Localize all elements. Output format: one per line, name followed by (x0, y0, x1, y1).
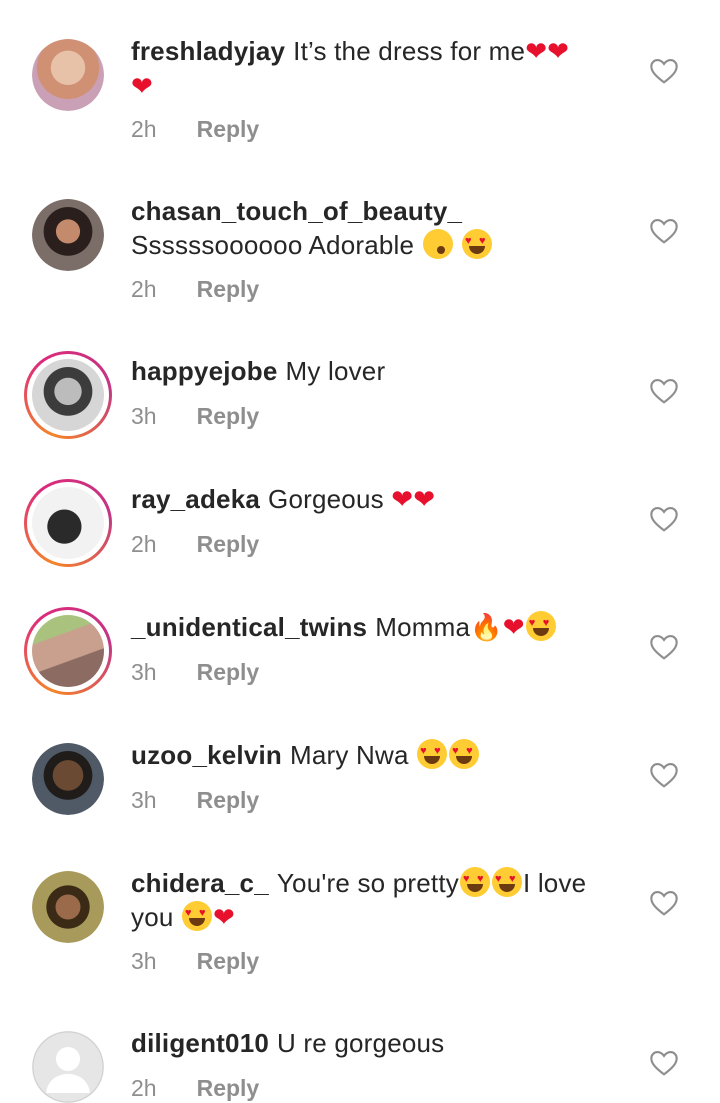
comment-body: My lover (285, 356, 386, 386)
comment-timestamp: 3h (131, 948, 157, 974)
comment-meta: 3h Reply (131, 659, 259, 686)
comment-text: diligent010 U re gorgeous (131, 1026, 621, 1060)
comment-meta: 3h Reply (131, 948, 259, 975)
like-heart-icon[interactable] (648, 1047, 680, 1079)
avatar-image (32, 39, 104, 111)
comment-timestamp: 3h (131, 659, 157, 685)
comment-username[interactable]: chasan_touch_of_beauty_ (131, 196, 462, 226)
comment-text: _unidentical_twins Momma🔥❤ ♥ ♥ (131, 610, 621, 645)
comment-body: Momma (375, 612, 471, 642)
heart-eyes-emoji: ♥ ♥ (459, 867, 490, 897)
comment-timestamp: 3h (131, 787, 157, 813)
comment-text: chasan_touch_of_beauty_ Ssssssoooooo Ado… (131, 194, 621, 262)
comment-meta: 2h Reply (131, 531, 259, 558)
like-heart-icon[interactable] (648, 887, 680, 919)
like-heart-icon[interactable] (648, 759, 680, 791)
comment-username[interactable]: uzoo_kelvin (131, 740, 282, 770)
default-user-icon (32, 1031, 104, 1103)
avatar-image (32, 743, 104, 815)
comment-body: Mary Nwa (290, 740, 409, 770)
comment-username[interactable]: happyejobe (131, 356, 277, 386)
like-heart-icon[interactable] (648, 631, 680, 663)
kissing-face-emoji (422, 229, 453, 259)
avatar[interactable] (24, 607, 112, 695)
avatar[interactable] (32, 743, 104, 815)
avatar-image (32, 615, 104, 687)
heart-eyes-emoji: ♥ ♥ (462, 229, 493, 259)
reply-button[interactable]: Reply (197, 276, 260, 303)
avatar[interactable] (24, 479, 112, 567)
heart-eyes-emoji: ♥ ♥ (525, 611, 556, 641)
like-heart-icon[interactable] (648, 375, 680, 407)
comment-username[interactable]: _unidentical_twins (131, 612, 367, 642)
comment-timestamp: 3h (131, 403, 157, 429)
comment-meta: 3h Reply (131, 403, 259, 430)
comment-timestamp: 2h (131, 531, 157, 557)
like-heart-icon[interactable] (648, 503, 680, 535)
avatar-image (32, 359, 104, 431)
avatar-image (32, 199, 104, 271)
heart-eyes-emoji: ♥ ♥ (491, 867, 522, 897)
story-ring (24, 351, 112, 439)
comment-username[interactable]: diligent010 (131, 1028, 269, 1058)
reply-button[interactable]: Reply (197, 948, 260, 975)
comment-text: happyejobe My lover (131, 354, 621, 388)
comment-username[interactable]: ray_adeka (131, 484, 260, 514)
comment-timestamp: 2h (131, 1075, 157, 1101)
fire-emoji: 🔥 (470, 613, 503, 643)
avatar[interactable] (24, 351, 112, 439)
comment-meta: 2h Reply (131, 116, 259, 143)
comment-username[interactable]: chidera_c_ (131, 868, 269, 898)
comment-timestamp: 2h (131, 116, 157, 142)
story-ring (24, 607, 112, 695)
reply-button[interactable]: Reply (197, 787, 260, 814)
comment-body: You're so pretty (276, 868, 459, 898)
heart-eyes-emoji: ♥ ♥ (449, 739, 480, 769)
red-heart-emoji: ❤❤ (525, 37, 570, 67)
story-ring (24, 479, 112, 567)
reply-button[interactable]: Reply (197, 531, 260, 558)
comment-timestamp: 2h (131, 276, 157, 302)
heart-eyes-emoji: ♥ ♥ (417, 739, 448, 769)
avatar[interactable] (32, 39, 104, 111)
avatar[interactable] (32, 1031, 104, 1103)
heart-eyes-emoji: ♥ ♥ (181, 901, 212, 931)
red-heart-emoji: ❤❤ (391, 485, 436, 515)
reply-button[interactable]: Reply (197, 116, 260, 143)
like-heart-icon[interactable] (648, 215, 680, 247)
avatar[interactable] (32, 199, 104, 271)
comment-text: freshladyjay It’s the dress for me❤❤ ❤ (131, 34, 621, 104)
avatar-image (32, 871, 104, 943)
comment-username[interactable]: freshladyjay (131, 36, 285, 66)
comment-text: ray_adeka Gorgeous ❤❤ (131, 482, 621, 517)
like-heart-icon[interactable] (648, 55, 680, 87)
reply-button[interactable]: Reply (197, 403, 260, 430)
comment-text: chidera_c_ You're so pretty ♥ ♥ ♥ ♥ I love you… (131, 866, 621, 935)
avatar-image (32, 487, 104, 559)
avatar[interactable] (32, 871, 104, 943)
reply-button[interactable]: Reply (197, 659, 260, 686)
comment-body: Gorgeous (268, 484, 384, 514)
comment-meta: 2h Reply (131, 276, 259, 303)
comment-body: U re gorgeous (277, 1028, 445, 1058)
comment-body: Ssssssoooooo Adorable (131, 230, 415, 260)
comment-body: It’s the dress for me (293, 36, 526, 66)
red-heart-emoji: ❤ (502, 613, 525, 643)
red-heart-emoji: ❤ (131, 72, 153, 102)
comment-meta: 2h Reply (131, 1075, 259, 1102)
comment-meta: 3h Reply (131, 787, 259, 814)
comment-text: uzoo_kelvin Mary Nwa ♥ ♥ ♥ ♥ (131, 738, 621, 772)
red-heart-emoji: ❤ (212, 903, 235, 933)
reply-button[interactable]: Reply (197, 1075, 260, 1102)
